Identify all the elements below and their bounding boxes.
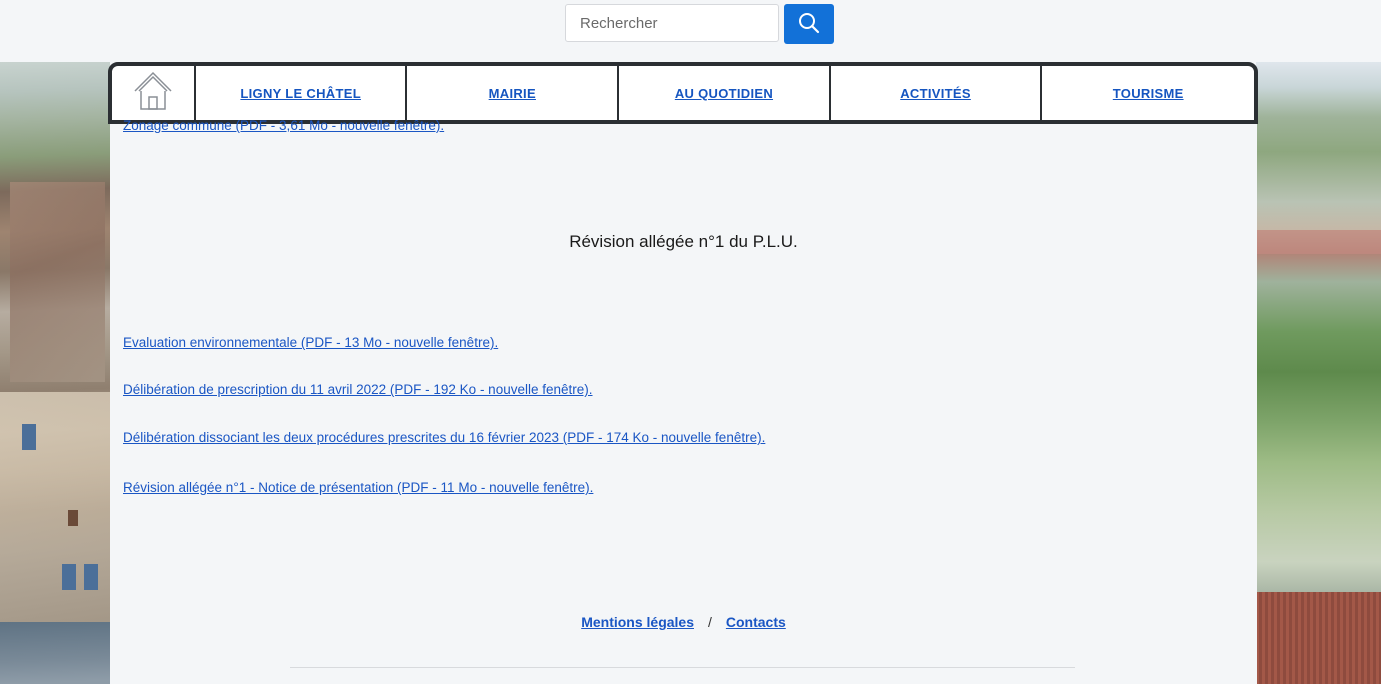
footer-links: Mentions légales / Contacts: [110, 614, 1257, 630]
nav-item-au-quotidien[interactable]: AU QUOTIDIEN: [619, 66, 831, 120]
mentions-legales-link[interactable]: Mentions légales: [581, 614, 694, 630]
window: [62, 564, 76, 590]
window: [84, 564, 98, 590]
deliberation-prescription-link[interactable]: Délibération de prescription du 11 avril…: [123, 382, 593, 397]
footer-divider: [290, 667, 1075, 668]
nav-item-activites[interactable]: ACTIVITÉS: [831, 66, 1043, 120]
main-nav: LIGNY LE CHÂTEL MAIRIE AU QUOTIDIEN ACTI…: [108, 62, 1258, 124]
left-background-photo: [0, 62, 110, 684]
nav-item-ligny-le-chatel[interactable]: LIGNY LE CHÂTEL: [196, 66, 408, 120]
deliberation-dissociant-link[interactable]: Délibération dissociant les deux procédu…: [123, 430, 765, 445]
search-button[interactable]: [784, 4, 834, 44]
nav-item-tourisme[interactable]: TOURISME: [1042, 66, 1254, 120]
roof: [1256, 592, 1381, 684]
top-bar: [0, 0, 1381, 60]
search-icon: [797, 11, 821, 38]
home-icon: [131, 69, 175, 118]
nav-item-label: ACTIVITÉS: [900, 85, 971, 101]
zonage-commune-link[interactable]: Zonage commune (PDF - 3,61 Mo - nouvelle…: [123, 118, 444, 133]
search-input[interactable]: [565, 4, 779, 42]
nav-item-label: MAIRIE: [488, 85, 536, 101]
house-facade: [10, 182, 105, 382]
section-title: Révision allégée n°1 du P.L.U.: [569, 232, 798, 251]
nav-item-label: AU QUOTIDIEN: [674, 85, 774, 101]
nav-home-button[interactable]: [112, 66, 196, 120]
right-background-photo: [1256, 62, 1381, 684]
roof: [1256, 230, 1381, 254]
nav-item-label: LIGNY LE CHÂTEL: [240, 85, 361, 101]
window: [22, 424, 36, 450]
main-content: Zonage commune (PDF - 3,61 Mo - nouvelle…: [110, 118, 1257, 684]
nav-item-mairie[interactable]: MAIRIE: [407, 66, 620, 120]
footer-separator: /: [708, 614, 712, 630]
contacts-link[interactable]: Contacts: [726, 614, 786, 630]
nav-item-label: TOURISME: [1112, 85, 1184, 101]
evaluation-environnementale-link[interactable]: Evaluation environnementale (PDF - 13 Mo…: [123, 335, 498, 350]
notice-presentation-link[interactable]: Révision allégée n°1 - Notice de présent…: [123, 480, 593, 495]
window: [68, 510, 78, 526]
